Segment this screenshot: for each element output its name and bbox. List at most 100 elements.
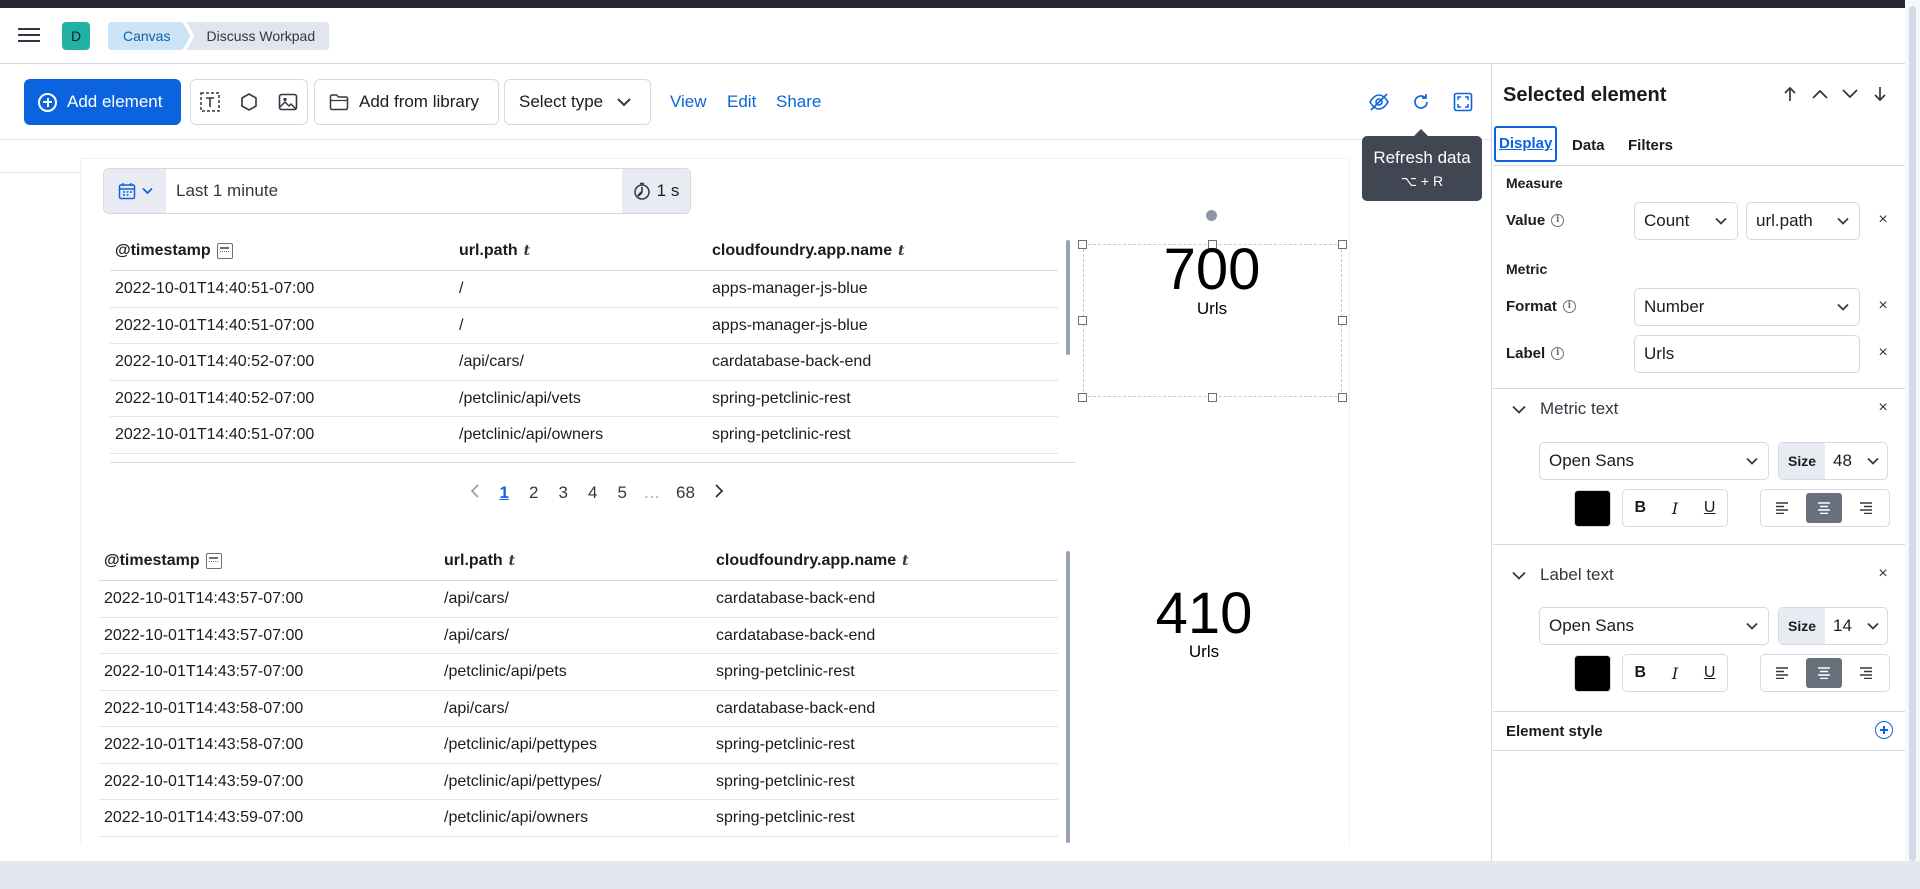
bring-to-front-icon[interactable] [1782,86,1798,102]
data-table-1: @timestamp url.path t cloudfoundry.app.na… [110,233,1058,458]
column-header-url-path[interactable]: url.path t [444,552,515,570]
metric-font-select[interactable]: Open Sans [1539,442,1769,480]
column-header-app-name[interactable]: cloudfoundry.app.name t [716,552,909,570]
remove-metric-text-icon[interactable]: × [1876,400,1890,416]
time-filter[interactable]: Last 1 minute 1 s [103,168,691,214]
label-field-label: Label i [1506,345,1565,362]
send-backward-icon[interactable] [1842,86,1858,102]
fullscreen-icon[interactable] [1451,90,1475,114]
page-68[interactable]: 68 [667,483,705,503]
column-header-timestamp[interactable]: @timestamp [115,242,233,260]
format-label-text: Format [1506,298,1557,315]
chevron-down-icon [1512,405,1526,414]
bring-forward-icon[interactable] [1812,86,1828,102]
page-scrollbar[interactable] [1905,0,1920,861]
resize-handle[interactable] [1338,240,1347,249]
align-right-icon[interactable] [1845,655,1887,691]
resize-handle[interactable] [1338,393,1347,402]
add-element-label: Add element [67,92,163,111]
column-header-app-name[interactable]: cloudfoundry.app.name t [712,242,905,260]
table-1-scrollbar[interactable] [1066,240,1070,355]
underline-icon[interactable]: U [1692,655,1727,691]
italic-icon[interactable]: I [1658,490,1693,526]
refresh-icon[interactable] [1409,90,1433,114]
time-range-text[interactable]: Last 1 minute [166,169,622,213]
value-field-select[interactable]: url.path [1746,202,1860,240]
select-type-button[interactable]: Select type [504,79,651,125]
metric-label: Urls [1188,642,1220,661]
app-header: D Canvas Discuss Workpad [0,8,1920,64]
tab-filters[interactable]: Filters [1628,128,1673,164]
info-icon[interactable]: i [1551,347,1565,360]
size-label: Size [1779,443,1825,479]
remove-format-icon[interactable]: × [1876,298,1890,314]
page-4[interactable]: 4 [578,483,608,503]
value-field-label: Value i [1506,212,1565,229]
label-size-value: 14 [1833,616,1852,635]
resize-handle[interactable] [1078,240,1087,249]
tab-display[interactable]: Display [1494,126,1558,162]
label-color-swatch[interactable] [1574,655,1611,692]
add-element-button[interactable]: Add element [24,79,181,125]
info-icon[interactable]: i [1551,214,1565,227]
bold-icon[interactable]: B [1623,655,1658,691]
edit-menu-link[interactable]: Edit [727,92,756,112]
send-to-back-icon[interactable] [1872,86,1888,102]
label-input[interactable]: Urls [1634,335,1860,373]
align-left-icon[interactable] [1761,655,1803,691]
table-cell: 2022-10-01T14:40:52-07:00 [115,389,315,407]
view-menu-link[interactable]: View [670,92,707,112]
info-icon[interactable]: i [1562,300,1576,313]
add-from-library-button[interactable]: Add from library [314,79,499,125]
hamburger-menu-icon[interactable] [18,24,40,46]
column-header-timestamp[interactable]: @timestamp [104,552,222,570]
column-header-label: @timestamp [104,552,200,569]
breadcrumb-canvas[interactable]: Canvas [108,22,190,50]
resize-handle[interactable] [1208,393,1217,402]
bold-icon[interactable]: B [1623,490,1658,526]
resize-handle[interactable] [1078,316,1087,325]
page-2[interactable]: 2 [519,483,549,503]
page-3[interactable]: 3 [549,483,579,503]
share-menu-link[interactable]: Share [776,92,821,112]
previous-page-icon[interactable] [460,483,490,503]
metric-size-select[interactable]: Size 48 [1778,442,1888,480]
italic-icon[interactable]: I [1658,655,1693,691]
value-function-select[interactable]: Count [1634,202,1738,240]
quick-menu-button[interactable] [104,169,166,213]
metric-text-accordion[interactable]: Metric text [1512,399,1618,419]
table-cell: 2022-10-01T14:43:57-07:00 [104,626,304,644]
table-cell: cardatabase-back-end [712,353,872,370]
table-2-scrollbar[interactable] [1066,551,1070,843]
align-center-icon[interactable] [1806,658,1842,688]
page-5[interactable]: 5 [608,483,638,503]
align-center-icon[interactable] [1806,493,1842,523]
label-text-accordion[interactable]: Label text [1512,565,1614,585]
table-row: 2022-10-01T14:40:51-07:00 / apps-manager-j… [110,308,1058,344]
label-font-select[interactable]: Open Sans [1539,607,1769,645]
space-avatar[interactable]: D [62,22,90,50]
format-select[interactable]: Number [1634,288,1860,326]
rotation-handle[interactable] [1206,210,1217,221]
add-element-style-icon[interactable] [1875,721,1893,739]
remove-value-icon[interactable]: × [1876,212,1890,228]
add-image-icon[interactable] [268,80,307,124]
remove-label-icon[interactable]: × [1876,345,1890,361]
align-left-icon[interactable] [1761,490,1803,526]
remove-label-text-icon[interactable]: × [1876,566,1890,582]
align-right-icon[interactable] [1845,490,1887,526]
table-cell: 2022-10-01T14:40:51-07:00 [115,316,315,334]
add-text-icon[interactable] [191,80,230,124]
resize-handle[interactable] [1078,393,1087,402]
resize-handle[interactable] [1338,316,1347,325]
refresh-interval[interactable]: 1 s [622,169,690,213]
next-page-icon[interactable] [705,483,735,503]
column-header-url-path[interactable]: url.path t [459,242,530,260]
hide-editing-controls-icon[interactable] [1367,90,1391,114]
tab-data[interactable]: Data [1572,128,1605,164]
label-size-select[interactable]: Size 14 [1778,607,1888,645]
add-shape-icon[interactable] [230,80,269,124]
underline-icon[interactable]: U [1692,490,1727,526]
page-1[interactable]: 1 [490,483,520,503]
metric-color-swatch[interactable] [1574,490,1611,527]
